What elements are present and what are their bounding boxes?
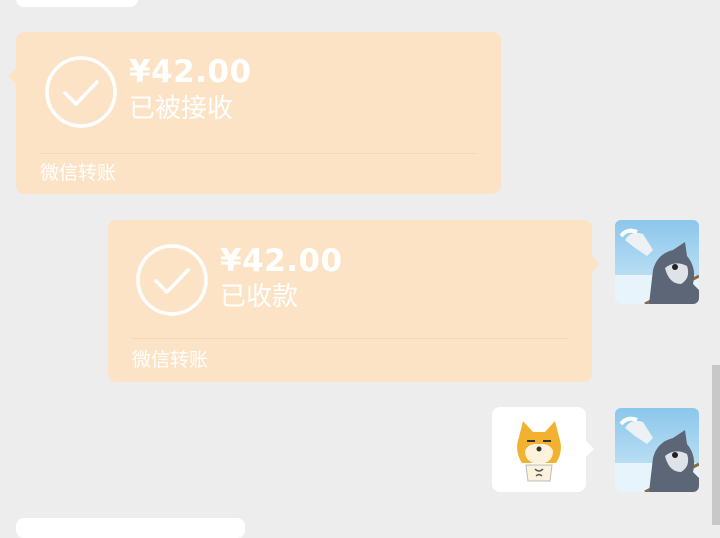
bubble-tail bbox=[592, 256, 600, 272]
transfer-divider bbox=[132, 338, 568, 339]
tom-cat-avatar-icon bbox=[615, 228, 699, 304]
transfer-amount: ¥42.00 bbox=[129, 54, 252, 90]
transfer-divider bbox=[40, 153, 477, 154]
transfer-bubble-collected[interactable]: ¥42.00 已收款 微信转账 bbox=[108, 220, 600, 382]
transfer-status: 已收款 bbox=[220, 282, 299, 312]
transfer-footer-label: 微信转账 bbox=[40, 162, 117, 184]
sticker-message-bubble[interactable] bbox=[492, 407, 594, 492]
bubble-tail bbox=[586, 441, 594, 457]
scrollbar[interactable] bbox=[712, 365, 720, 525]
shiba-doge-sticker-icon bbox=[517, 421, 561, 482]
transfer-footer-label: 微信转账 bbox=[132, 349, 209, 371]
transfer-amount: ¥42.00 bbox=[220, 243, 343, 279]
transfer-bubble-received[interactable]: ¥42.00 已被接收 微信转账 bbox=[8, 32, 501, 194]
message-bubble-partial-top[interactable] bbox=[16, 0, 138, 7]
check-circle-icon bbox=[136, 244, 208, 316]
avatar[interactable] bbox=[615, 408, 699, 492]
tom-cat-avatar-icon bbox=[615, 416, 699, 492]
avatar[interactable] bbox=[615, 220, 699, 304]
bubble-tail bbox=[8, 68, 16, 84]
transfer-status: 已被接收 bbox=[129, 94, 234, 124]
check-circle-icon bbox=[45, 56, 117, 128]
message-bubble-partial-bottom[interactable] bbox=[16, 518, 245, 538]
